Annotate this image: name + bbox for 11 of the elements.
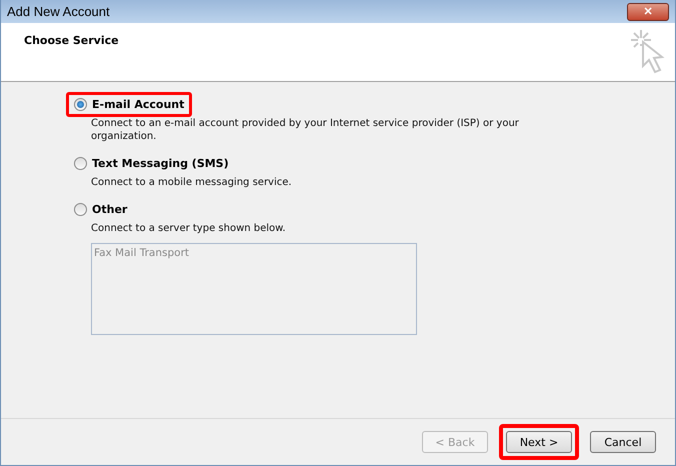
radio-option[interactable]: Other: [66, 197, 136, 222]
radio-option[interactable]: Text Messaging (SMS): [66, 151, 237, 176]
cursor-sparkle-icon: [629, 28, 665, 76]
highlighted-radio-option[interactable]: E-mail Account: [66, 92, 192, 117]
page-heading: Choose Service: [24, 34, 119, 49]
window-title: Add New Account: [7, 4, 110, 19]
option-description: Connect to an e-mail account provided by your Internet service provider (ISP) or your organization.: [91, 117, 520, 143]
option-description: Connect to a server type shown below.: [91, 222, 287, 235]
option-description: Connect to a mobile messaging service.: [91, 176, 293, 189]
dialog-button[interactable]: Cancel: [590, 431, 656, 453]
dialog-button[interactable]: Next >: [506, 431, 572, 453]
